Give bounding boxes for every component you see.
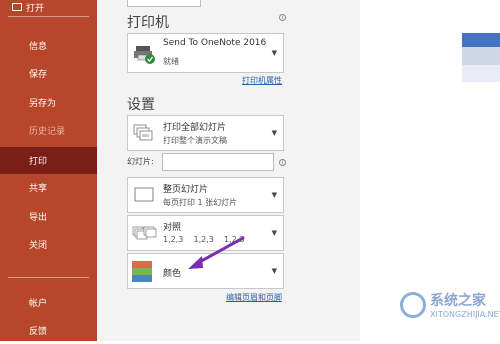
watermark-url: XITONGZHIJIA.NET bbox=[430, 310, 500, 319]
watermark-logo-icon bbox=[400, 291, 426, 318]
watermark-name: 系统之家 bbox=[430, 293, 486, 309]
watermark: 系统之家 XITONGZHIJIA.NET bbox=[400, 290, 500, 319]
